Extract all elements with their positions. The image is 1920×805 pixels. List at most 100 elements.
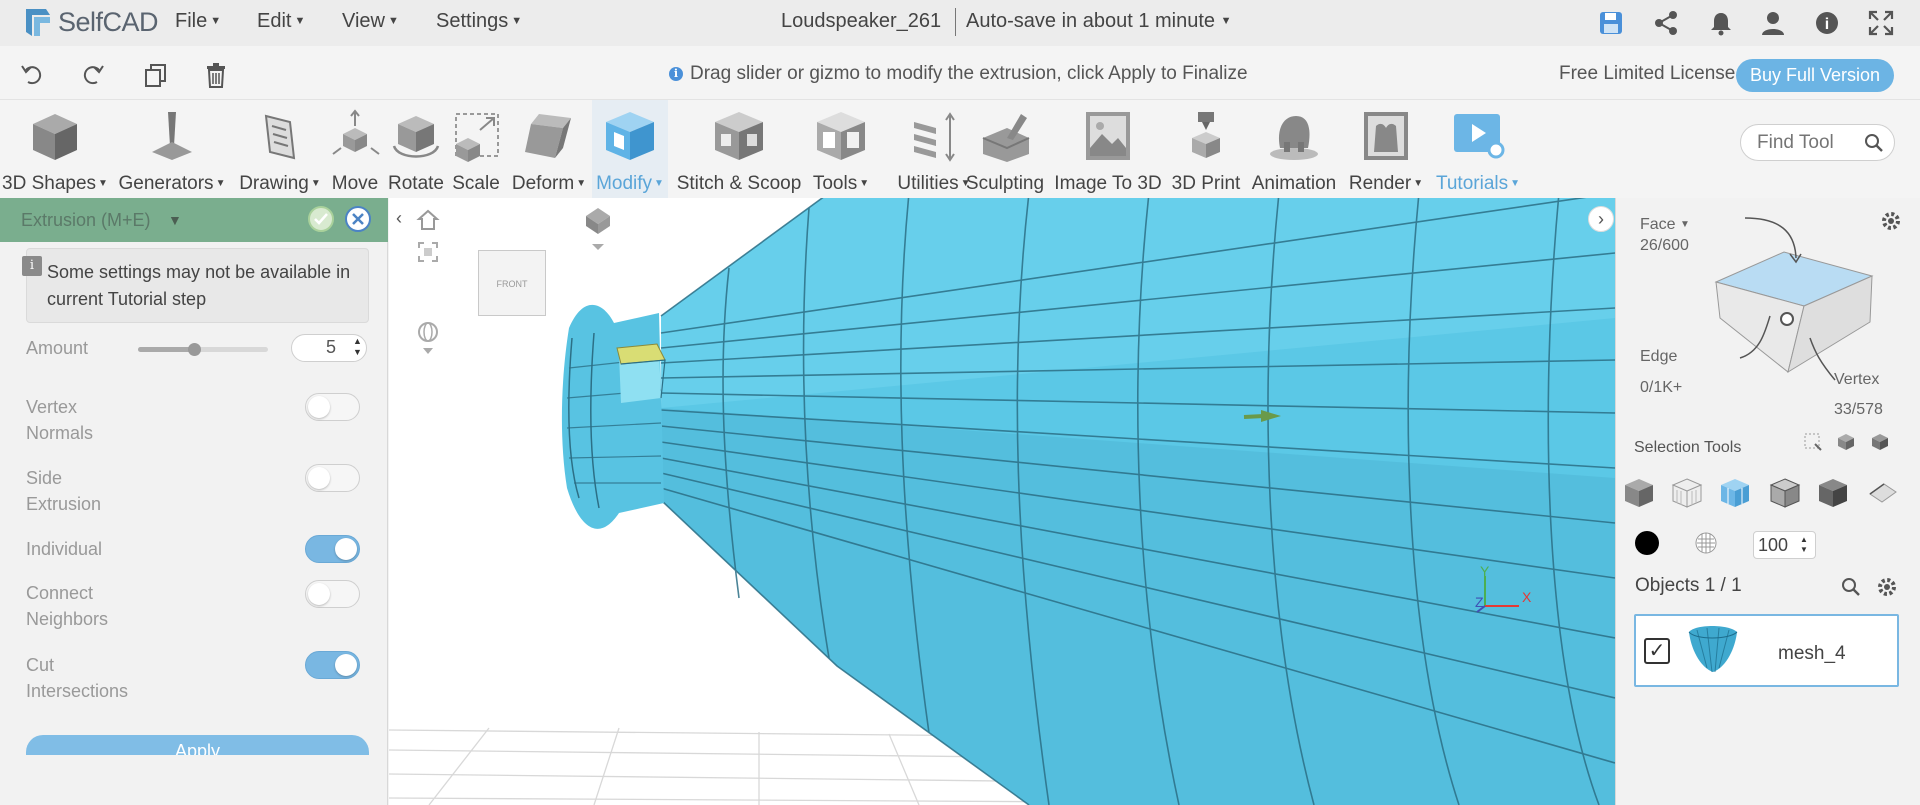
user-icon[interactable] [1760,10,1786,36]
box-select-icon[interactable] [1803,432,1823,452]
selection-tools-label: Selection Tools [1634,439,1742,456]
tool-tools[interactable]: Tools ▼ [806,100,876,198]
tool-image-to-3d[interactable]: Image To 3D [1050,100,1166,198]
bell-icon[interactable] [1708,10,1734,36]
select-all-icon[interactable] [1870,432,1890,452]
info-icon: i [669,67,683,81]
generators-icon [152,112,192,160]
tool-deform[interactable]: Deform ▼ [506,100,592,198]
amount-spinner-arrows[interactable]: ▲ ▼ [353,336,362,358]
face-mode-selector[interactable]: Face ▼ [1640,216,1690,234]
tool-animation[interactable]: Animation [1246,100,1342,198]
undo-icon[interactable] [20,62,46,88]
face-select-icon[interactable] [1718,476,1752,510]
amount-value[interactable]: 5 [314,337,348,358]
object-list-item[interactable] [1634,614,1899,687]
tool-sculpting[interactable]: Sculpting [962,100,1048,198]
brand-name: SelfCAD [58,6,159,37]
help-icon[interactable]: i [1814,10,1840,36]
orbit-mode-icon[interactable] [416,320,440,356]
object-select-icon[interactable] [1816,476,1850,510]
collapse-right-panel-button[interactable]: › [1588,206,1614,232]
scene-canvas[interactable]: Y Z X [389,198,1615,805]
edge-select-icon[interactable] [1768,476,1802,510]
object-visibility-checkbox[interactable]: ✓ [1644,638,1670,664]
document-title[interactable]: Loudspeaker_261 [781,10,941,33]
tool-stitch-scoop[interactable]: Stitch & Scoop [674,100,804,198]
toggle-label-side-extrusion: Side Extrusion [26,468,102,514]
individual-toggle[interactable] [305,535,360,563]
side-extrusion-toggle[interactable] [305,464,360,492]
settings-gear-icon[interactable] [1880,210,1902,232]
modify-icon [606,112,654,160]
3d-viewport[interactable]: Y Z X [389,198,1615,805]
selection-mode-cube[interactable] [1700,212,1880,382]
view-cube[interactable]: FRONT [478,250,546,316]
tool-modify[interactable]: Modify ▼ [592,100,668,198]
panel-collapse-caret[interactable]: ▼ [168,212,182,228]
selfcad-logo[interactable]: SelfCAD [20,5,159,39]
utilities-icon [914,112,955,162]
find-tool-box[interactable] [1740,124,1895,161]
cut-intersections-toggle[interactable] [305,651,360,679]
vertex-normals-toggle[interactable] [305,393,360,421]
amount-label: Amount [26,338,89,358]
opacity-value[interactable]: 100 [1758,535,1788,556]
share-icon[interactable] [1653,10,1679,36]
tool-move[interactable]: Move [324,100,386,198]
tool-tutorials[interactable]: Tutorials ▼ [1430,100,1526,198]
axis-label-x: X [1522,589,1532,605]
toggle-knob [308,396,330,418]
solid-select-icon[interactable] [1622,476,1656,510]
tool-render[interactable]: Render ▼ [1346,100,1426,198]
tool-generators[interactable]: Generators ▼ [116,100,228,198]
toggle-knob [335,538,357,560]
menu-edit[interactable]: Edit ▼ [257,10,305,33]
fullscreen-icon[interactable] [1868,10,1894,36]
speaker-mouth [561,304,664,529]
color-swatch[interactable] [1635,531,1659,555]
check-icon [314,213,328,225]
toggle-knob [308,467,330,489]
redo-icon[interactable] [79,62,105,88]
copy-icon[interactable] [142,62,168,88]
edge-label[interactable]: Edge [1640,348,1677,366]
toggle-knob [335,654,357,676]
frame-selection-icon[interactable] [416,240,440,264]
tool-drawing[interactable]: Drawing ▼ [236,100,324,198]
search-objects-icon[interactable] [1841,577,1861,597]
apply-button[interactable]: Apply [26,735,369,755]
toggle-knob [308,583,330,605]
menu-view[interactable]: View ▼ [342,10,399,33]
collapse-left-panel-button[interactable]: ‹ [386,206,412,232]
search-icon[interactable] [1864,133,1884,153]
find-tool-input[interactable] [1757,132,1857,154]
wireframe-select-icon[interactable] [1670,476,1704,510]
close-panel-button[interactable] [345,206,371,232]
trash-icon[interactable] [203,62,229,88]
paint-select-icon[interactable] [1836,432,1856,452]
home-view-icon[interactable] [416,208,440,232]
object-name[interactable]: mesh_4 [1778,643,1846,665]
tool-rotate[interactable]: Rotate [386,100,446,198]
menu-file[interactable]: File ▼ [175,10,221,33]
buy-full-version-button[interactable]: Buy Full Version [1736,59,1894,92]
license-label: Free Limited License [1559,63,1736,84]
object-thumbnail [1688,626,1738,673]
texture-icon[interactable] [1694,531,1718,555]
objects-settings-icon[interactable] [1876,576,1898,598]
autosave-status[interactable]: Auto-save in about 1 minute ▼ [966,10,1232,33]
menu-settings[interactable]: Settings ▼ [436,10,522,33]
connect-neighbors-toggle[interactable] [305,580,360,608]
tool-scale[interactable]: Scale [446,100,506,198]
opacity-spinner-arrows[interactable]: ▲ ▼ [1800,535,1808,555]
save-icon[interactable] [1598,10,1624,36]
face-count: 26/600 [1640,237,1689,254]
camera-view-icon[interactable] [584,206,612,254]
confirm-button[interactable] [308,206,334,232]
tool-3d-print[interactable]: 3D Print [1166,100,1246,198]
tool-3d-shapes[interactable]: 3D Shapes ▼ [2,100,108,198]
plane-select-icon[interactable] [1866,476,1900,510]
animation-icon [1270,116,1318,160]
amount-slider-handle[interactable] [187,343,201,356]
